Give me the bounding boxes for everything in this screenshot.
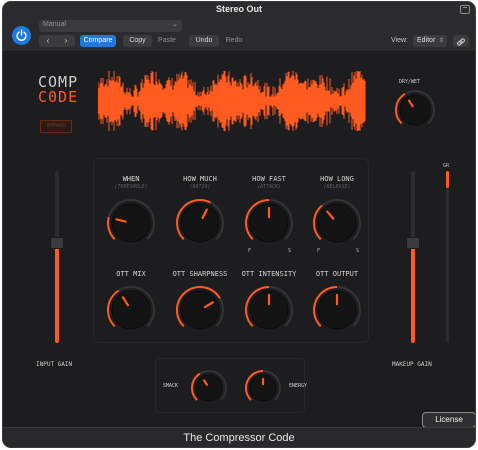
power-icon <box>16 29 27 41</box>
how-much-label: HOW MUCH <box>183 175 217 183</box>
compare-button[interactable]: Compare <box>80 35 116 47</box>
undo-button[interactable]: Undo <box>189 35 219 47</box>
when-knob[interactable] <box>106 198 156 248</box>
logo-code: C0DE <box>38 88 79 106</box>
how-fast-knob[interactable] <box>244 198 294 248</box>
view-value: Editor <box>417 37 436 44</box>
ott-sharpness-knob[interactable] <box>175 285 225 335</box>
makeup-gain-level <box>411 243 415 343</box>
smack-label: SMACK <box>163 383 179 389</box>
threshold-sublabel: (THRESHOLD) <box>114 184 148 190</box>
energy-knob[interactable] <box>244 369 282 407</box>
paste-button[interactable]: Paste <box>153 35 181 47</box>
how-long-label: HOW LONG <box>320 175 354 183</box>
input-gain-label: INPUT GAIN <box>36 361 73 368</box>
gain-reduction-level <box>446 171 449 189</box>
input-gain-handle[interactable] <box>50 237 64 250</box>
attack-slow-mark: S <box>288 248 292 254</box>
next-preset-button[interactable]: › <box>58 35 74 47</box>
link-icon <box>457 38 465 46</box>
how-much-knob[interactable] <box>175 198 225 248</box>
footer: The Compressor Code <box>3 427 475 447</box>
chevron-down-icon: ⌄ <box>172 21 178 28</box>
plugin-window: Stereo Out Manual ⌄ ‹ › Compare Copy Pas… <box>2 1 476 448</box>
updown-chevron-icon: ⇕ <box>438 38 444 44</box>
expand-window-icon[interactable] <box>460 5 470 14</box>
attack-fast-mark: F <box>248 248 252 254</box>
preset-nav: ‹ › <box>39 35 75 47</box>
ott-output-label: OTT OUTPUT <box>315 270 359 278</box>
preset-dropdown[interactable]: Manual ⌄ <box>39 20 182 32</box>
input-gain-slider[interactable] <box>55 171 59 343</box>
plugin-name: The Compressor Code <box>183 432 295 444</box>
energy-label: ENERGY <box>289 383 308 389</box>
makeup-gain-label: MAKEUP GAIN <box>392 361 432 368</box>
ott-sharpness-label: OTT SHARPNESS <box>172 270 228 278</box>
gr-label: GR <box>443 163 450 169</box>
plugin-header: Manual ⌄ ‹ › Compare Copy Paste Undo Red… <box>3 18 475 52</box>
release-slow-mark: S <box>356 248 360 254</box>
dry-wet-label: DRY/WET <box>399 79 421 85</box>
redo-button[interactable]: Redo <box>220 35 248 47</box>
link-button[interactable] <box>453 35 469 47</box>
ott-mix-knob[interactable] <box>106 285 156 335</box>
release-sublabel: (RELEASE) <box>323 184 351 190</box>
ratio-sublabel: (RATIO) <box>189 184 211 190</box>
copy-button[interactable]: Copy <box>123 35 152 47</box>
ott-mix-label: OTT MIX <box>116 270 146 278</box>
view-dropdown[interactable]: Editor ⇕ <box>413 35 447 47</box>
preset-value: Manual <box>43 21 66 28</box>
makeup-gain-handle[interactable] <box>406 237 420 250</box>
gain-reduction-meter <box>446 171 449 343</box>
how-long-knob[interactable] <box>312 198 362 248</box>
view-label: View: <box>391 37 408 44</box>
license-button[interactable]: License <box>422 412 475 428</box>
previous-preset-button[interactable]: ‹ <box>40 35 56 47</box>
smack-knob[interactable] <box>190 369 228 407</box>
ott-output-knob[interactable] <box>312 285 362 335</box>
input-gain-level <box>55 243 59 343</box>
bypass-button[interactable]: BYPASS <box>40 120 72 133</box>
window-title: Stereo Out <box>215 4 262 14</box>
makeup-gain-slider[interactable] <box>411 171 415 343</box>
power-button[interactable] <box>12 26 31 45</box>
title-bar: Stereo Out <box>3 2 475 18</box>
ott-intensity-knob[interactable] <box>244 285 294 335</box>
release-fast-mark: F <box>317 248 321 254</box>
when-label: WHEN <box>122 175 140 183</box>
dry-wet-knob[interactable] <box>394 89 436 131</box>
waveform-display <box>98 71 366 131</box>
plugin-body: COMP C0DE BYPASS DRY/WET WHEN (THRESHOLD… <box>3 53 475 427</box>
